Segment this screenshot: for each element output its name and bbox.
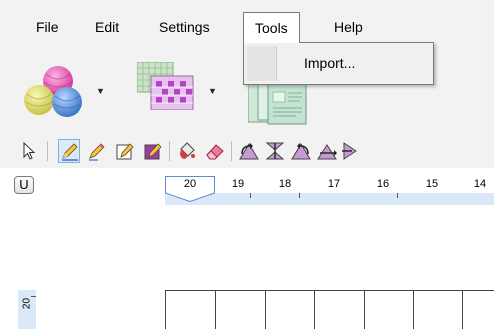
menu-settings[interactable]: Settings bbox=[153, 14, 216, 40]
rotate-right-tool[interactable] bbox=[290, 140, 312, 162]
chevron-down-icon[interactable]: ▼ bbox=[96, 86, 105, 96]
menu-item-import[interactable]: Import... bbox=[248, 48, 429, 78]
rotate-left-tool[interactable] bbox=[238, 140, 260, 162]
rotate-left-icon bbox=[239, 143, 259, 160]
ruler-number: 16 bbox=[376, 178, 390, 190]
ruler-tick bbox=[31, 296, 36, 297]
pencil-icon bbox=[89, 143, 105, 161]
ruler-number: 19 bbox=[231, 178, 245, 190]
ruler-number: 20 bbox=[183, 178, 197, 190]
paint-bucket-icon bbox=[180, 142, 195, 159]
row-ruler-number: 20 bbox=[21, 297, 33, 310]
flip-horizontal-tool[interactable] bbox=[316, 140, 338, 162]
eraser-tool[interactable] bbox=[204, 140, 226, 162]
ruler-number: 15 bbox=[425, 178, 439, 190]
pencil-box-icon bbox=[116, 143, 134, 160]
shift-right-tool[interactable] bbox=[340, 140, 362, 162]
flip-vertical-icon bbox=[265, 142, 285, 160]
tools-dropdown: Import... bbox=[243, 42, 434, 85]
menu-file[interactable]: File bbox=[30, 14, 65, 40]
pencil-tool[interactable] bbox=[58, 139, 80, 163]
menu-help[interactable]: Help bbox=[328, 14, 369, 40]
toolbar-separator bbox=[169, 141, 170, 161]
rotate-right-icon bbox=[291, 143, 311, 160]
row-ruler[interactable]: 20 bbox=[18, 290, 36, 329]
pointer-tool[interactable] bbox=[18, 140, 40, 162]
eraser-icon bbox=[206, 144, 224, 160]
grid-cell[interactable] bbox=[364, 291, 414, 329]
pencil-box-tool[interactable] bbox=[114, 140, 136, 162]
chevron-down-icon[interactable]: ▼ bbox=[208, 86, 217, 96]
pencil-thin-tool[interactable] bbox=[86, 140, 108, 162]
ruler-tick bbox=[299, 193, 300, 198]
yarn-balls-icon bbox=[24, 66, 82, 117]
grid-cell[interactable] bbox=[413, 291, 463, 329]
pencil-fill-box-icon bbox=[144, 143, 162, 160]
grid-cell[interactable] bbox=[462, 291, 494, 329]
yarn-palette-button[interactable] bbox=[22, 64, 102, 122]
grid-cell[interactable] bbox=[166, 291, 216, 329]
grid-cell[interactable] bbox=[216, 291, 266, 329]
flip-horizontal-icon bbox=[317, 144, 337, 160]
ruler-number: 17 bbox=[327, 178, 341, 190]
flip-vertical-tool[interactable] bbox=[264, 140, 286, 162]
ruler-number: 18 bbox=[278, 178, 292, 190]
pencil-fill-box-tool[interactable] bbox=[142, 140, 164, 162]
paint-bucket-tool[interactable] bbox=[176, 140, 198, 162]
ruler-tick bbox=[397, 193, 398, 198]
toolbar-separator bbox=[231, 141, 232, 161]
ruler-number: 14 bbox=[473, 178, 487, 190]
column-ruler[interactable]: 20 19 18 17 16 15 14 bbox=[165, 176, 494, 205]
ruler-tick bbox=[250, 193, 251, 198]
arrow-right-icon bbox=[342, 142, 357, 160]
drawing-toolstrip bbox=[0, 134, 494, 168]
menu-edit[interactable]: Edit bbox=[89, 14, 125, 40]
toolbar-separator bbox=[47, 141, 48, 161]
pattern-grid-icon bbox=[136, 61, 194, 111]
menu-item-import-label: Import... bbox=[304, 55, 356, 71]
pencil-selected-icon bbox=[62, 143, 78, 161]
pattern-grid-button[interactable] bbox=[136, 61, 203, 111]
menu-tools[interactable]: Tools bbox=[243, 12, 300, 43]
pattern-grid[interactable] bbox=[165, 290, 494, 329]
grid-cell[interactable] bbox=[315, 291, 365, 329]
pointer-icon bbox=[23, 141, 36, 160]
grid-cell[interactable] bbox=[265, 291, 315, 329]
u-toggle-button[interactable]: U bbox=[14, 176, 34, 194]
menu-bar: File Edit Settings Tools Help bbox=[0, 0, 494, 44]
